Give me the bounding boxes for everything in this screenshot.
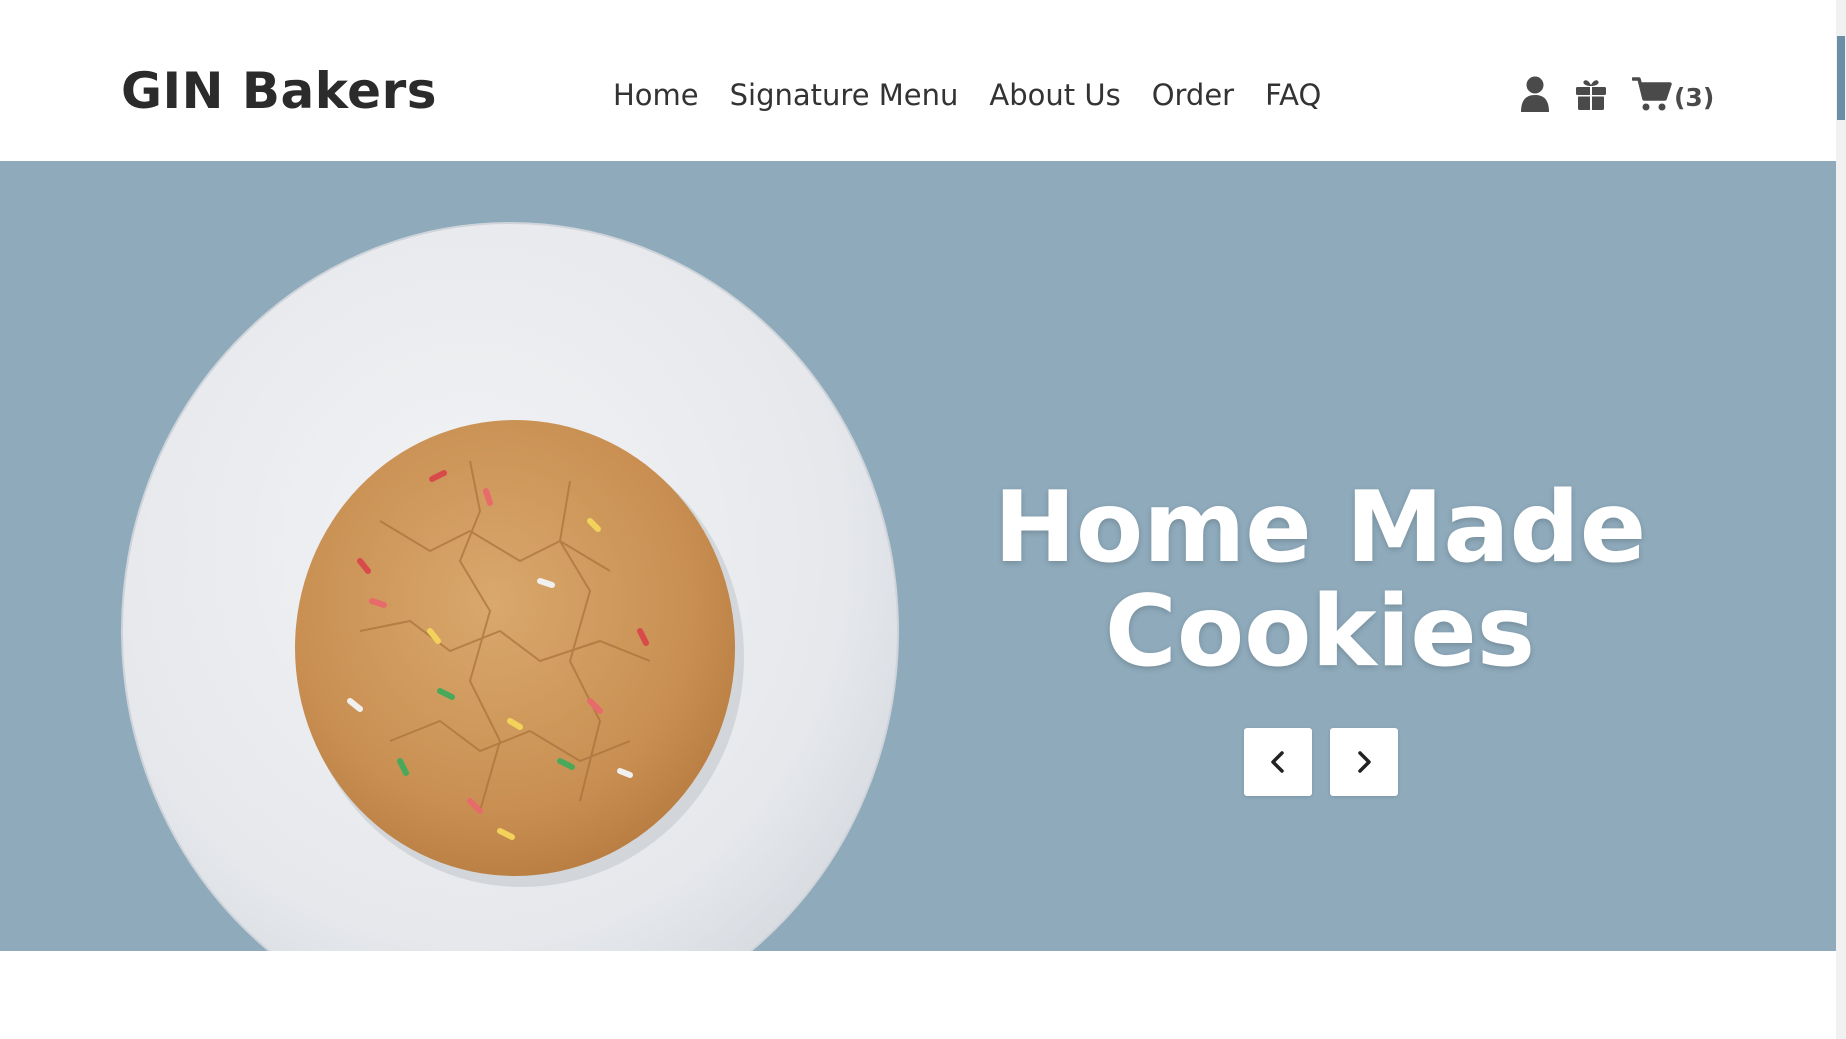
page: GIN Bakers Home Signature Menu About Us … <box>0 0 1846 1039</box>
site-header: GIN Bakers Home Signature Menu About Us … <box>0 0 1836 161</box>
hero-title-line2: Cookies <box>1104 575 1536 689</box>
carousel-prev-button[interactable] <box>1244 728 1312 796</box>
cookie-plate-image <box>121 222 899 951</box>
hero-title: Home Made Cookies <box>960 476 1680 684</box>
cart-count-badge: (3) <box>1674 82 1715 112</box>
chevron-right-icon <box>1358 751 1371 773</box>
chevron-left-icon <box>1271 751 1284 773</box>
nav-faq[interactable]: FAQ <box>1265 78 1321 112</box>
gift-box-icon <box>1576 80 1606 110</box>
main-nav: Home Signature Menu About Us Order FAQ <box>613 78 1321 112</box>
carousel-controls <box>1244 728 1398 796</box>
shopping-cart-icon <box>1632 77 1672 111</box>
carousel-next-button[interactable] <box>1330 728 1398 796</box>
account-button[interactable] <box>1520 76 1550 112</box>
page-scrollbar[interactable] <box>1836 0 1846 1039</box>
brand-logo[interactable]: GIN Bakers <box>121 62 437 120</box>
user-icon <box>1521 76 1549 112</box>
hero-title-line1: Home Made <box>993 471 1647 585</box>
header-actions: (3) <box>1520 76 1714 112</box>
nav-order[interactable]: Order <box>1152 78 1234 112</box>
cart-button[interactable]: (3) <box>1632 76 1714 112</box>
nav-about-us[interactable]: About Us <box>989 78 1120 112</box>
hero-banner: Home Made Cookies <box>0 161 1836 951</box>
scrollbar-thumb[interactable] <box>1837 36 1845 120</box>
nav-home[interactable]: Home <box>613 78 699 112</box>
gift-button[interactable] <box>1575 78 1607 110</box>
nav-signature-menu[interactable]: Signature Menu <box>730 78 959 112</box>
